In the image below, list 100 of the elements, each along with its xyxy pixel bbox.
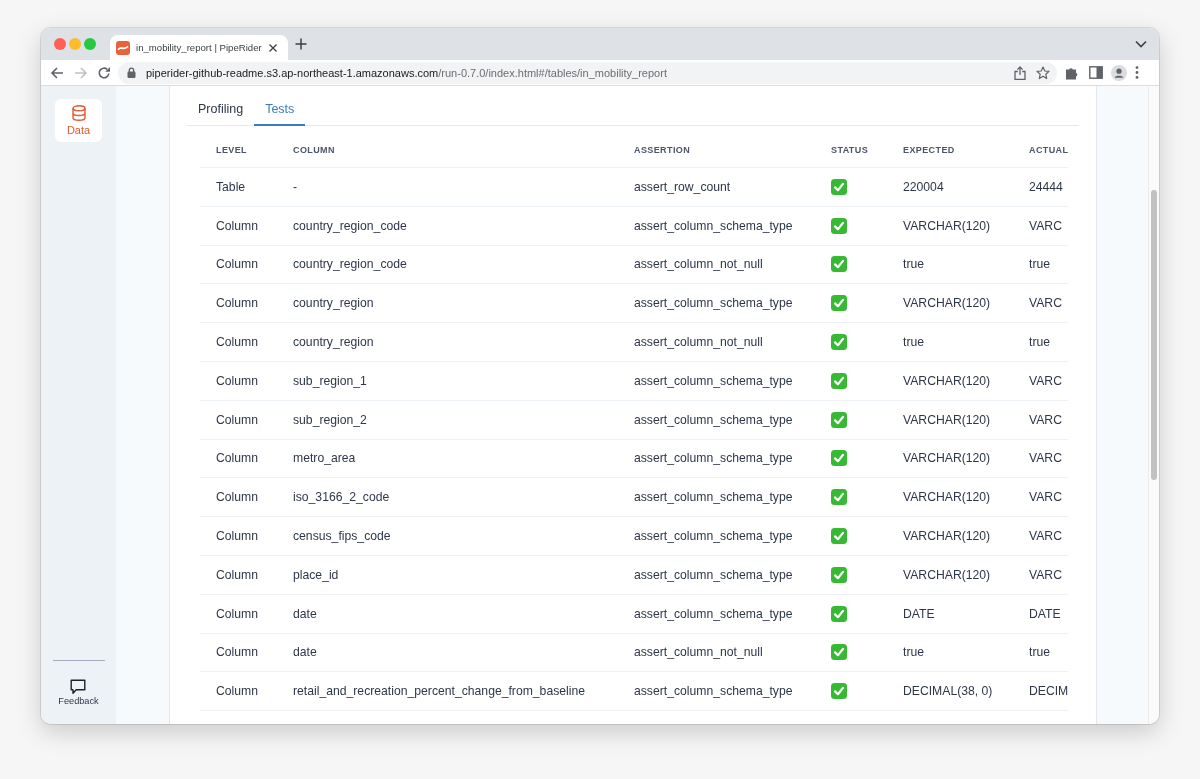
table-cell: Column bbox=[216, 529, 258, 544]
table-cell: true bbox=[903, 257, 924, 272]
table-cell: Column bbox=[216, 218, 258, 233]
table-cell: assert_column_schema_type bbox=[634, 412, 793, 427]
table-cell: VARCHAR(120) bbox=[903, 296, 991, 311]
table-cell: Column bbox=[216, 257, 258, 272]
table-cell: VARC bbox=[1029, 296, 1062, 311]
table-cell: VARC bbox=[1029, 490, 1062, 505]
table-cell: assert_column_schema_type bbox=[634, 296, 793, 311]
table-cell: assert_column_schema_type bbox=[634, 529, 793, 544]
table-cell: DECIMAL(38, 0) bbox=[903, 684, 993, 699]
table-cell: country_region_code bbox=[293, 257, 407, 272]
plus-icon[interactable] bbox=[295, 38, 307, 50]
table-cell: VARCHAR(120) bbox=[903, 412, 991, 427]
table-cell: - bbox=[293, 179, 298, 194]
kebab-menu-icon[interactable] bbox=[1135, 66, 1139, 79]
column-header: ACTUAL bbox=[1029, 144, 1069, 155]
star-icon[interactable] bbox=[1036, 65, 1050, 80]
table-cell: Column bbox=[216, 451, 258, 466]
table-cell: true bbox=[903, 645, 924, 660]
table-cell: assert_row_count bbox=[634, 179, 731, 194]
table-cell: Column bbox=[216, 490, 258, 505]
table-cell: country_region bbox=[293, 335, 374, 350]
table-cell: true bbox=[903, 335, 924, 350]
table-cell: assert_column_schema_type bbox=[634, 567, 793, 582]
table-cell: Column bbox=[216, 296, 258, 311]
table-cell: VARCHAR(120) bbox=[903, 373, 991, 388]
table-cell: 24444 bbox=[1029, 179, 1063, 194]
table-cell: true bbox=[1029, 257, 1050, 272]
tab[interactable]: Profiling bbox=[187, 95, 255, 126]
table-cell: sub_region_2 bbox=[293, 412, 367, 427]
table-cell: Column bbox=[216, 335, 258, 350]
feedback-button[interactable]: Feedback bbox=[58, 679, 99, 706]
table-cell: VARCHAR(120) bbox=[903, 451, 991, 466]
table-cell: assert_column_schema_type bbox=[634, 606, 793, 621]
back-arrow-icon[interactable] bbox=[50, 65, 64, 80]
table-cell: Table bbox=[216, 179, 246, 194]
table-cell: true bbox=[1029, 645, 1050, 660]
table-cell: VARCHAR(120) bbox=[903, 218, 991, 233]
table-cell: VARC bbox=[1029, 373, 1062, 388]
table-cell: date bbox=[293, 645, 317, 660]
table-cell: metro_area bbox=[293, 451, 356, 466]
table-cell: VARC bbox=[1029, 412, 1062, 427]
table-cell: census_fips_code bbox=[293, 529, 391, 544]
table-cell: assert_column_schema_type bbox=[634, 373, 793, 388]
column-header: EXPECTED bbox=[903, 144, 955, 155]
table-cell: VARC bbox=[1029, 218, 1062, 233]
lock-icon bbox=[127, 67, 136, 78]
table-cell: assert_column_schema_type bbox=[634, 451, 793, 466]
table-cell: Column bbox=[216, 606, 258, 621]
puzzle-icon[interactable] bbox=[1065, 65, 1079, 80]
url-text: piperider-github-readme.s3.ap-northeast-1.amazonaws.com/run-0.7.0/index.html#/tables/in_mobility_report bbox=[146, 66, 668, 79]
table-cell: country_region_code bbox=[293, 218, 407, 233]
table-cell: VARCHAR(120) bbox=[903, 529, 991, 544]
table-cell: Column bbox=[216, 373, 258, 388]
table-cell: 220004 bbox=[903, 179, 944, 194]
table-cell: date bbox=[293, 606, 317, 621]
table-cell: VARC bbox=[1029, 451, 1062, 466]
table-cell: DATE bbox=[903, 606, 935, 621]
table-cell: place_id bbox=[293, 567, 339, 582]
table-cell: Column bbox=[216, 645, 258, 660]
close-icon[interactable] bbox=[268, 42, 278, 53]
table-cell: DECIM bbox=[1029, 684, 1069, 699]
table-cell: assert_column_schema_type bbox=[634, 684, 793, 699]
table-cell: Column bbox=[216, 684, 258, 699]
tab-title: in_mobility_report | PipeRider bbox=[136, 42, 263, 53]
table-cell: assert_column_not_null bbox=[634, 257, 763, 272]
chevron-down-icon[interactable] bbox=[1135, 40, 1147, 48]
table-cell: true bbox=[1029, 335, 1050, 350]
table-cell: DATE bbox=[1029, 606, 1061, 621]
reload-icon[interactable] bbox=[97, 65, 111, 80]
column-header: LEVEL bbox=[216, 144, 247, 155]
tab[interactable]: Tests bbox=[254, 95, 306, 126]
column-header: COLUMN bbox=[293, 144, 335, 155]
table-cell: assert_column_not_null bbox=[634, 335, 763, 350]
table-cell: assert_column_schema_type bbox=[634, 490, 793, 505]
table-cell: iso_3166_2_code bbox=[293, 490, 390, 505]
table-cell: assert_column_not_null bbox=[634, 645, 763, 660]
column-header: STATUS bbox=[831, 144, 869, 155]
table-cell: VARCHAR(120) bbox=[903, 567, 991, 582]
scrollbar-thumb[interactable] bbox=[1151, 190, 1157, 480]
side-panel-icon[interactable] bbox=[1089, 66, 1103, 79]
table-cell: VARC bbox=[1029, 567, 1062, 582]
table-cell: VARC bbox=[1029, 529, 1062, 544]
data-nav-item[interactable]: Data bbox=[55, 99, 102, 142]
avatar-icon[interactable] bbox=[1111, 64, 1127, 81]
column-header: ASSERTION bbox=[634, 144, 691, 155]
database-icon bbox=[71, 105, 86, 121]
share-icon[interactable] bbox=[1014, 65, 1026, 80]
address-bar[interactable]: piperider-github-readme.s3.ap-northeast-1.amazonaws.com/run-0.7.0/index.html#/tables/in_mobility_report bbox=[118, 61, 1057, 84]
table-cell: Column bbox=[216, 567, 258, 582]
table-cell: country_region bbox=[293, 296, 374, 311]
table-cell: assert_column_schema_type bbox=[634, 218, 793, 233]
table-cell: Column bbox=[216, 412, 258, 427]
table-cell: VARCHAR(120) bbox=[903, 490, 991, 505]
browser-tab[interactable]: in_mobility_report | PipeRider bbox=[110, 35, 288, 60]
table-cell: retail_and_recreation_percent_change_from_baseline bbox=[293, 684, 586, 699]
table-cell: sub_region_1 bbox=[293, 373, 367, 388]
site-logo-icon bbox=[116, 40, 130, 55]
chat-bubble-icon bbox=[70, 679, 87, 695]
